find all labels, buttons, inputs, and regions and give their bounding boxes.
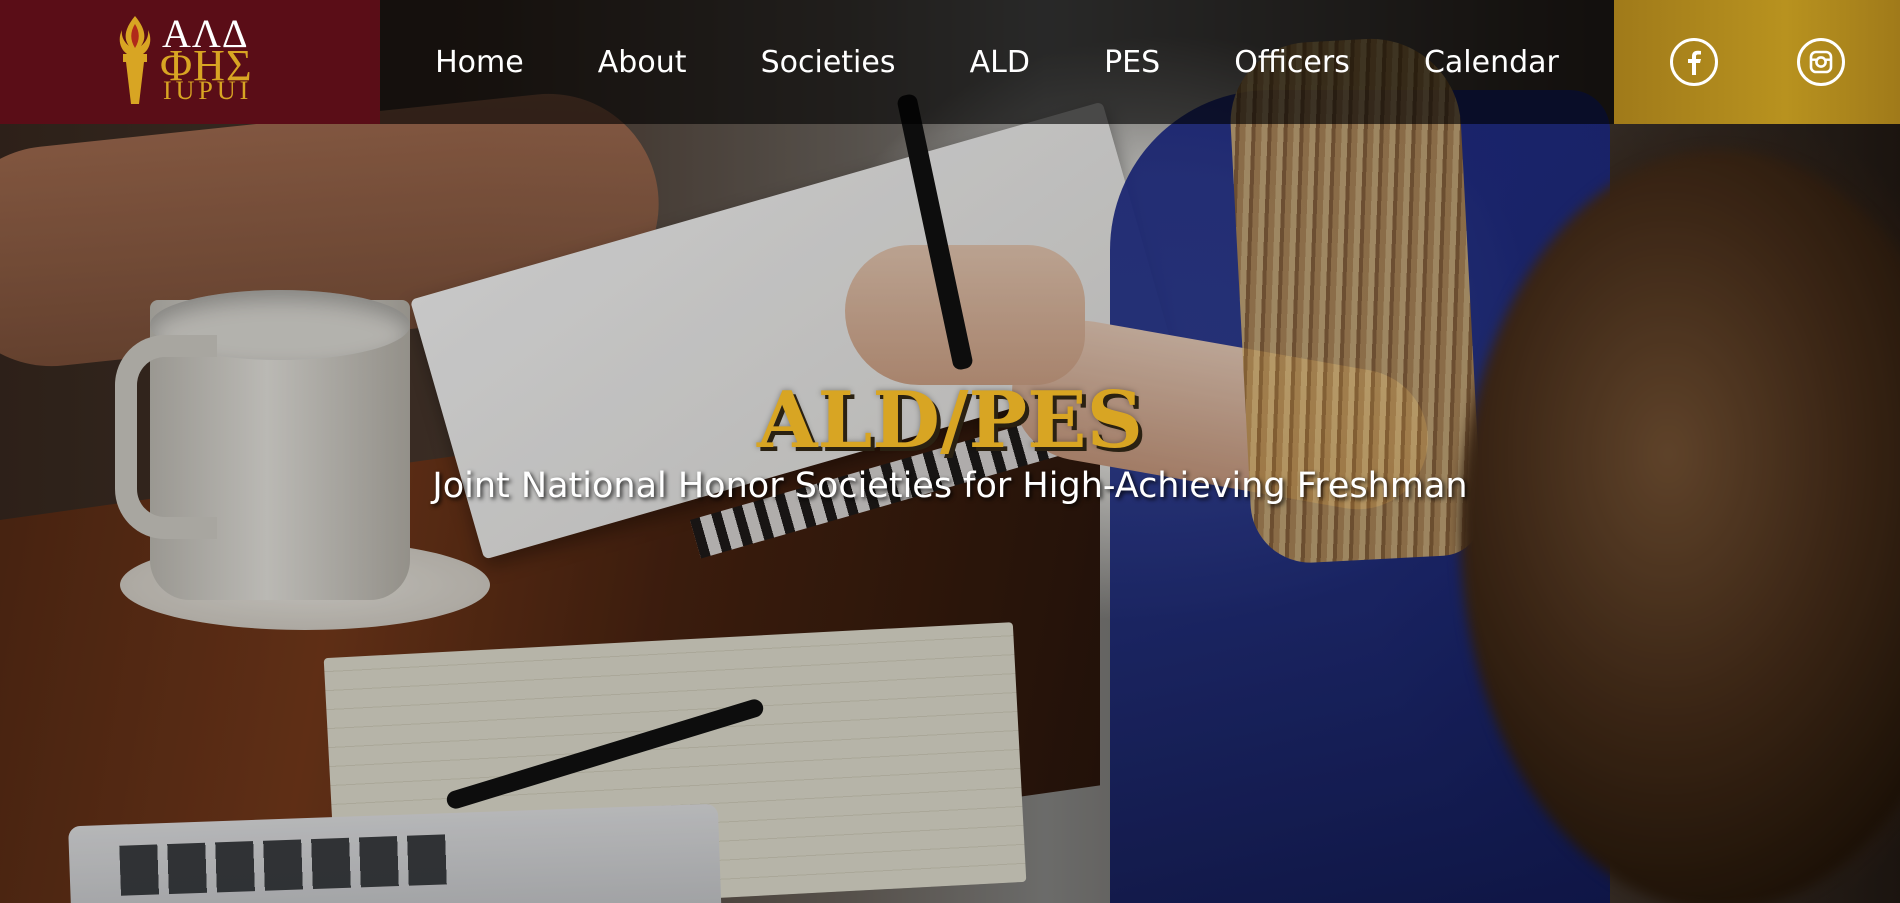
nav-ald[interactable]: ALD (970, 45, 1030, 80)
main-nav: Home About Societies ALD PES Officers Ca… (380, 0, 1614, 124)
nav-societies[interactable]: Societies (761, 45, 896, 80)
facebook-glyph (1687, 50, 1701, 75)
social-links (1614, 0, 1900, 124)
torch-icon (119, 16, 151, 104)
logo[interactable]: ΑΛΔ ΦΗΣ IUPUI (0, 0, 380, 124)
nav-calendar[interactable]: Calendar (1424, 45, 1559, 80)
site-header: ΑΛΔ ΦΗΣ IUPUI Home About Societies ALD P… (0, 0, 1900, 124)
nav-home[interactable]: Home (435, 45, 524, 80)
facebook-icon[interactable] (1669, 38, 1718, 86)
nav-pes[interactable]: PES (1104, 45, 1160, 80)
instagram-glyph (1809, 50, 1832, 74)
logo-text-iupui: IUPUI (163, 76, 253, 105)
nav-about[interactable]: About (598, 45, 687, 80)
nav-officers[interactable]: Officers (1234, 45, 1350, 80)
instagram-icon[interactable] (1796, 38, 1845, 86)
hero-subtitle: Joint National Honor Societies for High-… (432, 466, 1468, 506)
hero-title: ALD/PES (757, 375, 1143, 466)
